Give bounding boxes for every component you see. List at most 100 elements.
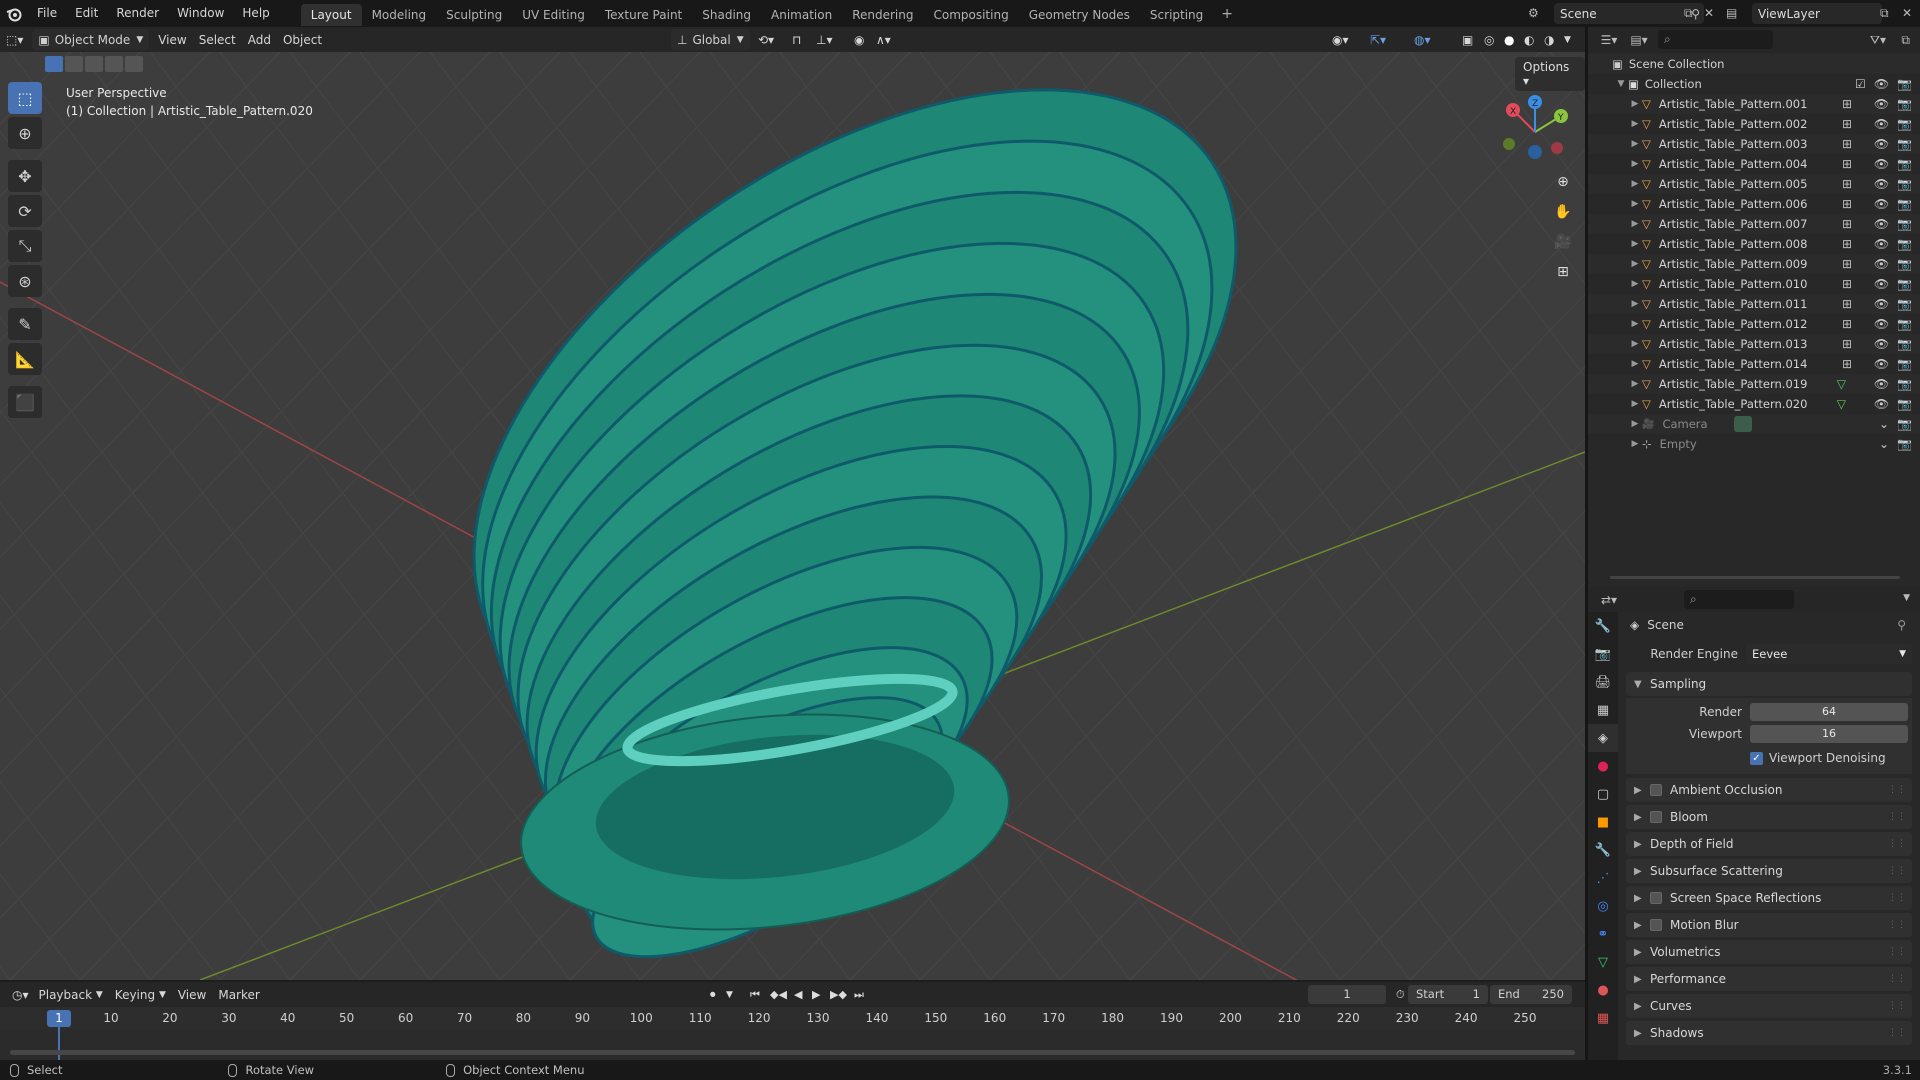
select-invert-icon[interactable]	[105, 56, 123, 72]
expand-arrow-icon[interactable]: ▶	[1628, 399, 1642, 409]
render-tab-icon[interactable]: 📷	[1588, 640, 1618, 668]
scene-selector[interactable]: Scene ⚲	[1554, 3, 1704, 24]
modifier-icon[interactable]: ⊞	[1842, 237, 1852, 251]
expand-arrow-icon[interactable]: ▶	[1628, 139, 1642, 149]
world-tab-icon[interactable]: ●	[1588, 752, 1618, 780]
menu-render[interactable]: Render	[107, 0, 168, 27]
panel-volumetrics[interactable]: ▶ Volumetrics ⋮⋮	[1626, 940, 1912, 964]
eye-icon[interactable]: 👁	[1874, 397, 1889, 411]
rotate-icon[interactable]: ⟳	[8, 195, 42, 227]
material-tab-icon[interactable]: ●	[1588, 976, 1618, 1004]
camera-render-icon[interactable]: 📷	[1897, 317, 1912, 331]
scene-tab-icon[interactable]: ◈	[1588, 724, 1618, 752]
add-cube-icon[interactable]: ⬛	[8, 386, 42, 418]
expand-arrow-icon[interactable]: ▶	[1628, 99, 1642, 109]
eye-icon[interactable]: 👁	[1874, 77, 1889, 91]
tab-compositing[interactable]: Compositing	[923, 4, 1018, 26]
modifier-icon[interactable]: ⊞	[1842, 257, 1852, 271]
menu-file[interactable]: File	[28, 0, 66, 27]
next-keyframe-icon[interactable]: ▶◆	[830, 988, 847, 1001]
expand-arrow-icon[interactable]: ▶	[1628, 239, 1642, 249]
drag-handle-icon[interactable]: ⋮⋮	[1888, 785, 1906, 795]
modifier-icon[interactable]: ⊞	[1842, 137, 1852, 151]
timeline-editor-icon[interactable]: ◷▾	[12, 988, 29, 1002]
modifier-icon[interactable]: ⊞	[1842, 157, 1852, 171]
tab-texture-paint[interactable]: Texture Paint	[595, 4, 692, 26]
preview-range-icon[interactable]: ⏱	[1396, 988, 1405, 1002]
panel-screen-space-reflections[interactable]: ▶ Screen Space Reflections ⋮⋮	[1626, 886, 1912, 910]
move-icon[interactable]: ✥	[8, 160, 42, 192]
menu-keying[interactable]: Keying ▼	[109, 984, 172, 1005]
collapse-arrow-icon[interactable]: ▼	[1614, 79, 1628, 89]
outliner-item[interactable]: ▶ ▽ Artistic_Table_Pattern.011 ⊞ 👁 📷	[1588, 294, 1920, 314]
xray-icon[interactable]: ▣	[1456, 29, 1479, 50]
menu-marker[interactable]: Marker	[212, 984, 265, 1005]
eye-icon[interactable]: ⌄	[1879, 417, 1889, 431]
panel-checkbox[interactable]	[1650, 919, 1662, 931]
expand-arrow-icon[interactable]: ▶	[1628, 339, 1642, 349]
filter-icon[interactable]: ⛛▾	[1870, 33, 1886, 48]
drag-handle-icon[interactable]: ⋮⋮	[1888, 920, 1906, 930]
camera-view-icon[interactable]: 🎥	[1550, 229, 1576, 255]
eye-icon[interactable]: 👁	[1874, 157, 1889, 171]
add-workspace-icon[interactable]: +	[1213, 6, 1241, 22]
falloff-icon[interactable]: ∧▾	[870, 29, 897, 50]
properties-editor-icon[interactable]: ⇄▾	[1594, 593, 1624, 607]
delete-view-layer-icon[interactable]: ✕	[1902, 6, 1912, 20]
camera-render-icon[interactable]: 📷	[1897, 377, 1912, 391]
camera-render-icon[interactable]: 📷	[1897, 117, 1912, 131]
expand-arrow-icon[interactable]: ▶	[1628, 279, 1642, 289]
3d-viewport[interactable]: User Perspective (1) Collection | Artist…	[0, 52, 1585, 980]
tab-animation[interactable]: Animation	[761, 4, 842, 26]
navigation-gizmo[interactable]: X Y Z	[1495, 92, 1575, 172]
camera-render-icon[interactable]: 📷	[1897, 137, 1912, 151]
eye-icon[interactable]: 👁	[1874, 337, 1889, 351]
particles-tab-icon[interactable]: ⋰	[1588, 864, 1618, 892]
select-new-icon[interactable]	[45, 56, 63, 72]
mode-dropdown[interactable]: ▣ Object Mode ▼	[32, 29, 150, 50]
drag-handle-icon[interactable]: ⋮⋮	[1888, 947, 1906, 957]
scene-collection-row[interactable]: ▣ Scene Collection	[1588, 54, 1920, 74]
modifier-icon[interactable]: ⊞	[1842, 117, 1852, 131]
panel-shadows[interactable]: ▶ Shadows ⋮⋮	[1626, 1021, 1912, 1045]
viewport-canvas[interactable]	[0, 52, 1585, 980]
select-intersect-icon[interactable]	[125, 56, 143, 72]
camera-render-icon[interactable]: 📷	[1897, 437, 1912, 451]
tab-uv-editing[interactable]: UV Editing	[512, 4, 595, 26]
transform-icon[interactable]: ⊛	[8, 265, 42, 297]
panel-depth-of-field[interactable]: ▶ Depth of Field ⋮⋮	[1626, 832, 1912, 856]
measure-icon[interactable]: 📐	[8, 343, 42, 375]
visibility-icon[interactable]: ◉▾	[1326, 29, 1355, 50]
timeline-scrollbar[interactable]	[10, 1050, 1575, 1055]
jump-start-icon[interactable]: ⏮	[750, 988, 760, 1002]
outliner-item[interactable]: ▶ ▽ Artistic_Table_Pattern.009 ⊞ 👁 📷	[1588, 254, 1920, 274]
outliner-item[interactable]: ▶ ▽ Artistic_Table_Pattern.020 ▽ 👁 📷	[1588, 394, 1920, 414]
camera-render-icon[interactable]: 📷	[1897, 357, 1912, 371]
camera-render-icon[interactable]: 📷	[1897, 77, 1912, 91]
eye-icon[interactable]: 👁	[1874, 357, 1889, 371]
end-frame-field[interactable]: End 250	[1490, 985, 1572, 1004]
expand-arrow-icon[interactable]: ▶	[1628, 259, 1642, 269]
outliner-item[interactable]: ▶ ▽ Artistic_Table_Pattern.012 ⊞ 👁 📷	[1588, 314, 1920, 334]
modifier-tab-icon[interactable]: 🔧	[1588, 836, 1618, 864]
select-box-icon[interactable]: ⬚	[8, 82, 42, 114]
output-tab-icon[interactable]: 🖨	[1588, 668, 1618, 696]
expand-arrow-icon[interactable]: ▶	[1628, 119, 1642, 129]
camera-render-icon[interactable]: 📷	[1897, 297, 1912, 311]
pivot-point-icon[interactable]: ⟲▾	[752, 29, 780, 50]
outliner-item[interactable]: ▶ ▽ Artistic_Table_Pattern.013 ⊞ 👁 📷	[1588, 334, 1920, 354]
editor-type-icon[interactable]: ⬚▾	[0, 29, 29, 50]
viewport-denoising-checkbox[interactable]: ✓	[1750, 751, 1763, 765]
viewport-samples-field[interactable]: 16	[1750, 725, 1908, 743]
render-samples-field[interactable]: 64	[1750, 703, 1908, 721]
eye-icon[interactable]: 👁	[1874, 317, 1889, 331]
menu-view[interactable]: View	[152, 29, 192, 50]
modifier-icon[interactable]: ⊞	[1842, 177, 1852, 191]
new-view-layer-icon[interactable]: ⧉	[1880, 6, 1889, 21]
texture-tab-icon[interactable]: ▦	[1588, 1004, 1618, 1032]
panel-checkbox[interactable]	[1650, 892, 1662, 904]
mesh-data-icon[interactable]: ▽	[1837, 377, 1846, 391]
prev-keyframe-icon[interactable]: ◆◀	[770, 988, 787, 1001]
object-tab-icon[interactable]: ■	[1588, 808, 1618, 836]
view-layer-tab-icon[interactable]: ▦	[1588, 696, 1618, 724]
